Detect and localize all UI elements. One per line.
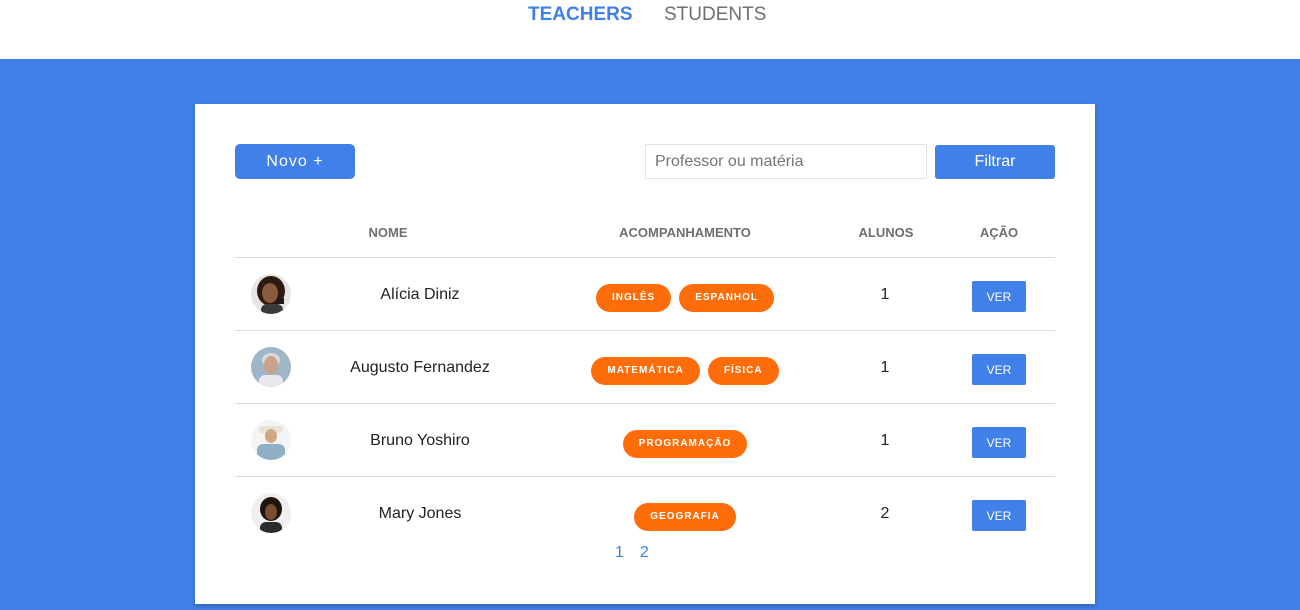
tab-teachers[interactable]: TEACHERS	[528, 5, 633, 25]
teachers-card: Novo + Filtrar NOME ACOMPANHAMENTO ALUNO…	[195, 104, 1095, 604]
table-row: Alícia Diniz INGLÊS ESPANHOL 1 VER	[235, 258, 1055, 331]
subject-tag: FÍSICA	[707, 357, 779, 385]
student-count: 1	[880, 359, 890, 376]
table-row: Bruno Yoshiro PROGRAMAÇÃO 1 VER	[235, 404, 1055, 477]
view-button[interactable]: VER	[972, 500, 1026, 531]
student-count: 1	[880, 432, 890, 449]
subject-tag: MATEMÁTICA	[591, 357, 700, 385]
subject-tag: ESPANHOL	[679, 284, 775, 312]
new-teacher-button[interactable]: Novo +	[235, 144, 355, 179]
teacher-name: Alícia Diniz	[380, 286, 460, 303]
view-button[interactable]: VER	[972, 354, 1026, 385]
top-navigation: TEACHERS STUDENTS	[0, 0, 1300, 59]
subject-tag: GEOGRAFIA	[634, 503, 736, 531]
view-button[interactable]: VER	[972, 281, 1026, 312]
subject-tags: MATEMÁTICA FÍSICA	[565, 357, 805, 385]
student-count: 1	[880, 286, 890, 303]
teacher-name: Mary Jones	[378, 505, 462, 522]
avatar-icon	[251, 420, 291, 460]
column-header-name: NOME	[368, 225, 408, 240]
view-button[interactable]: VER	[972, 427, 1026, 458]
subject-tags: GEOGRAFIA	[565, 503, 805, 531]
page-link-2[interactable]: 2	[640, 544, 649, 562]
avatar-icon	[251, 274, 291, 314]
subject-tags: PROGRAMAÇÃO	[565, 430, 805, 458]
student-count: 2	[880, 505, 890, 522]
tab-students[interactable]: STUDENTS	[664, 5, 766, 25]
pagination: 1 2	[615, 544, 649, 562]
subject-tag: PROGRAMAÇÃO	[622, 430, 748, 458]
teacher-name: Augusto Fernandez	[350, 359, 490, 376]
column-header-action: AÇÃO	[979, 225, 1019, 240]
avatar-icon	[251, 493, 291, 533]
subject-tag: INGLÊS	[595, 284, 672, 312]
subject-tags: INGLÊS ESPANHOL	[565, 284, 805, 312]
teacher-name: Bruno Yoshiro	[370, 432, 470, 449]
page-link-1[interactable]: 1	[615, 544, 624, 562]
table-row: Augusto Fernandez MATEMÁTICA FÍSICA 1 VE…	[235, 331, 1055, 404]
filter-button[interactable]: Filtrar	[935, 145, 1055, 179]
search-input[interactable]	[645, 144, 927, 179]
table-row: Mary Jones GEOGRAFIA 2 VER	[235, 477, 1055, 550]
column-header-subjects: ACOMPANHAMENTO	[619, 225, 751, 240]
avatar-icon	[251, 347, 291, 387]
